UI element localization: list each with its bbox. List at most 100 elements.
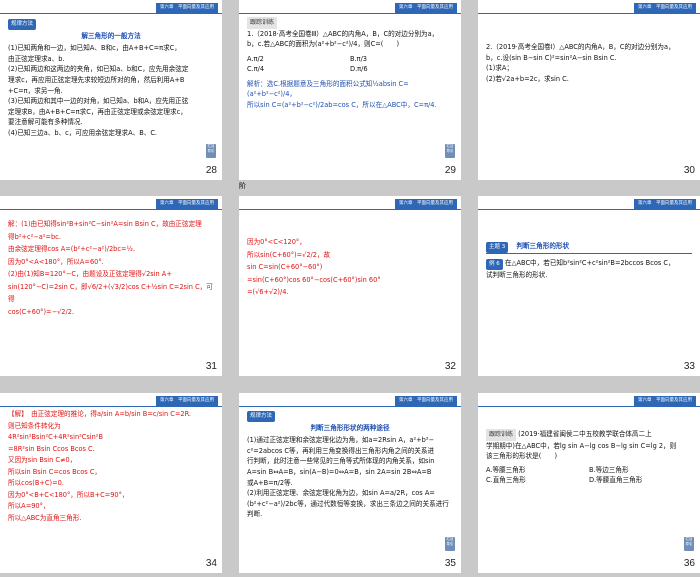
solution-line: 解：(1)由已知得sin²B+sin²C−sin²A=sin Bsin C，故由… — [8, 220, 202, 228]
chapter-header: 第六章 平面向量及其应用 — [634, 199, 696, 209]
header-rule — [0, 406, 222, 407]
method-tag: 规律方法 — [247, 411, 276, 422]
slide-title: 判断三角形形状的两种途径 — [310, 423, 390, 432]
line: (1)通过正弦定理和余弦定理化边为角，如a=2Rsin A，a²+b²− — [247, 436, 434, 445]
line: (4)已知三边a、b、c，可应用余弦定理求A、B、C. — [8, 128, 158, 137]
slide-title: 解三角形的一般方法 — [81, 31, 141, 40]
line: 要注意解可能有多种情况. — [8, 118, 83, 127]
slide-number: 35 — [444, 558, 456, 569]
question-line: b，c.若△ABC的面积为(a²+b²−c²)/4，则C=( ) — [247, 40, 400, 49]
solution-line: 解析：选C.根据题意及三角形的面积公式知½absin C=(a²+b²−c²)/… — [247, 79, 409, 99]
topic-tag: 主题 3 — [486, 242, 509, 253]
solution-line: =(√6+√2)/4. — [247, 288, 289, 297]
question-line: 1.（2018·高考全国卷Ⅲ）△ABC的内角A，B，C的对边分别为a， — [247, 29, 439, 38]
header-rule — [239, 13, 461, 14]
solution-line: 得b²+c²−a²=bc. — [8, 232, 61, 241]
solution-line: 因为0°<C<120°， — [247, 238, 306, 246]
line: 行判断，此时注意一些常见的三角等式所体现的内角关系，如sin — [247, 457, 435, 466]
line: +C=π，求另一角. — [8, 86, 63, 95]
solution-line: (2)由(1)知B=120°−C，由题设及正弦定理得√2sin A+ — [8, 270, 172, 279]
slide-number: 30 — [683, 165, 695, 176]
chapter-header: 第六章 平面向量及其应用 — [634, 396, 696, 406]
solution-line: =sin(C+60°)cos 60°−cos(C+60°)sin 60° — [247, 275, 381, 284]
header-rule — [239, 406, 461, 407]
solution-line: 又因为sin Bsin C≠0， — [8, 456, 77, 465]
nav-button[interactable]: 栏目导引 — [445, 537, 455, 551]
chapter-header: 第六章 平面向量及其应用 — [395, 199, 457, 209]
solution-line: 所以cos(B+C)=0. — [8, 479, 64, 488]
line: 或A+B=π/2等. — [247, 478, 293, 487]
slide-29[interactable]: 第六章 平面向量及其应用 跟踪训练 1.（2018·高考全国卷Ⅲ）△ABC的内角… — [239, 0, 461, 180]
solution-line: 因为0°<A<180°，所以A=60°. — [8, 257, 104, 266]
solution-line: 所以sin(C+60°)=√2/2，故 — [247, 250, 331, 259]
question-line: 试判断三角形的形状. — [486, 270, 548, 279]
slide-number: 31 — [205, 361, 217, 372]
line: (3)已知两边和其中一边的对角，如已知a、b和A，应先用正弦 — [8, 97, 189, 106]
nav-button[interactable]: 栏目导引 — [684, 537, 694, 551]
line: c²=2abcos C等，再利用三角变换得出三角形内角之间的关系进 — [247, 446, 435, 455]
slide-number: 34 — [205, 558, 217, 569]
solution-line: 4R²sin²Bsin²C+4R²sin²Csin²B — [8, 433, 103, 442]
slide-number: 32 — [444, 361, 456, 372]
slide-33[interactable]: 第六章 平面向量及其应用 主题 3 判断三角形的形状 例 6 在△ABC中，若已… — [478, 196, 700, 376]
slide-36[interactable]: 第六章 平面向量及其应用 跟踪训练 (2019·福建省闽侯二中五校教学联合体高二… — [478, 393, 700, 573]
nav-button[interactable]: 栏目导引 — [445, 144, 455, 158]
chapter-header: 第六章 平面向量及其应用 — [156, 396, 218, 406]
slide-32[interactable]: 第六章 平面向量及其应用 因为0°<C<120°， 所以sin(C+60°)=√… — [239, 196, 461, 376]
question-line: 2.（2019·高考全国卷Ⅰ）△ABC的内角A，B，C的对边分别为a， — [486, 43, 675, 51]
option-c: C.直角三角形 — [486, 476, 526, 485]
header-rule — [478, 13, 700, 14]
option-d: D.π/6 — [350, 65, 368, 74]
chapter-header: 第六章 平面向量及其应用 — [156, 199, 218, 209]
option-b: B.等边三角形 — [589, 465, 629, 474]
slide-28[interactable]: 第六章 平面向量及其应用 规律方法 解三角形的一般方法 (1)已知两角和一边，如… — [0, 0, 222, 180]
solution-line: 所以sin C=(a²+b²−c²)/2ab=cos C，所以在△ABC中，C=… — [247, 100, 437, 109]
header-rule — [478, 406, 700, 407]
header-rule — [478, 209, 700, 210]
practice-tag: 跟踪训练 — [247, 17, 278, 29]
solution-line: cos(C+60°)=−√2/2. — [8, 307, 75, 316]
topic-title: 判断三角形的形状 — [516, 242, 570, 250]
slide-34[interactable]: 第六章 平面向量及其应用 【解】 由正弦定理的推论，得a/sin A=b/sin… — [0, 393, 222, 573]
line: (2)已知两边和这两边的夹角，如已知a、b和C，应先用余弦定 — [8, 65, 189, 74]
slide-number: 29 — [444, 165, 456, 176]
solution-line: 所以A=90°， — [8, 502, 50, 511]
example-tag: 例 6 — [486, 258, 503, 270]
line: 定理求B，由A+B+C=π求C，再由正弦定理或余弦定理求c， — [8, 107, 187, 116]
solution-line: 则已知条件转化为 — [8, 421, 61, 430]
question-line: (2019·福建省闽侯二中五校教学联合体高二上 — [518, 430, 652, 438]
header-rule — [0, 209, 222, 210]
slide-number: 33 — [683, 361, 695, 372]
chapter-header: 第六章 平面向量及其应用 — [634, 3, 696, 13]
question-line: 该三角形的形状是( ) — [486, 452, 558, 461]
option-c: C.π/4 — [247, 65, 265, 74]
solution-line: 因为0°<B+C<180°，所以B+C=90°， — [8, 490, 129, 499]
slide-number: 36 — [683, 558, 695, 569]
slide-35[interactable]: 第六章 平面向量及其应用 规律方法 判断三角形形状的两种途径 (1)通过正弦定理… — [239, 393, 461, 573]
slide-31[interactable]: 第六章 平面向量及其应用 解：(1)由已知得sin²B+sin²C−sin²A=… — [0, 196, 222, 376]
slide-number: 28 — [205, 165, 217, 176]
nav-button[interactable]: 栏目导引 — [206, 144, 216, 158]
solution-line: =8R²sin Bsin Ccos Bcos C. — [8, 444, 95, 453]
line: 判断. — [247, 510, 263, 519]
line: A=sin B⇔A=B，sin(A−B)=0⇔A=B，sin 2A=sin 2B… — [247, 467, 432, 476]
option-a: A.π/2 — [247, 54, 264, 63]
chapter-header: 第六章 平面向量及其应用 — [395, 396, 457, 406]
solution-line: 【解】 由正弦定理的推论，得a/sin A=b/sin B=c/sin C=2R… — [8, 410, 192, 418]
solution-line: sin(120°−C)=2sin C，即√6/2+(√3/2)cos C+½si… — [8, 282, 213, 304]
solution-line: sin C=sin(C+60°−60°) — [247, 263, 323, 272]
question-line: b，c.设(sin B−sin C)²=sin²A−sin Bsin C. — [486, 53, 617, 62]
question-line: 在△ABC中，若已知b²sin²C+c²sin²B=2bccos Bcos C， — [504, 258, 675, 267]
option-b: B.π/3 — [350, 54, 368, 63]
line: (2)利用正弦定理、余弦定理化角为边，如sin A=a/2R，cos A= — [247, 489, 435, 498]
line: 由正弦定理求a、b. — [8, 54, 65, 63]
question-line: 学期期中)在△ABC中，若lg sin A−lg cos B−lg sin C=… — [486, 441, 677, 450]
slide-30[interactable]: 第六章 平面向量及其应用 2.（2019·高考全国卷Ⅰ）△ABC的内角A，B，C… — [478, 0, 700, 180]
line: (1)已知两角和一边，如已知A、B和c，由A+B+C=π求C， — [8, 44, 181, 53]
chapter-header: 第六章 平面向量及其应用 — [395, 3, 457, 13]
line: 理求c，再应用正弦定理先求较短边所对的角，然后利用A+B — [8, 75, 185, 84]
question-line: (1)求A； — [486, 64, 514, 73]
header-rule — [239, 209, 461, 210]
stray-text: 阶 — [239, 182, 246, 190]
solution-line: 由余弦定理得cos A=(b²+c²−a²)/2bc=½. — [8, 245, 136, 254]
